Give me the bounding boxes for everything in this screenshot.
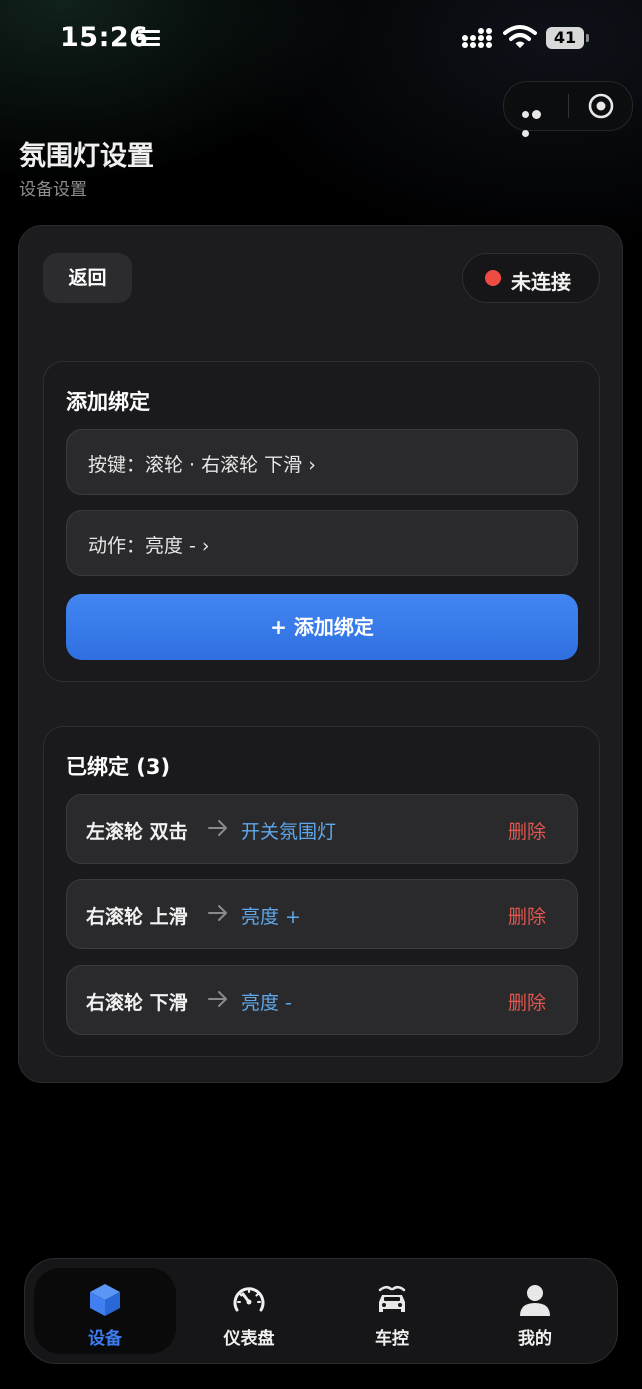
tab-dashboard[interactable]: 仪表盘 [178, 1268, 320, 1354]
status-dot-icon [485, 270, 501, 286]
wifi-icon [503, 25, 537, 48]
tab-profile[interactable]: 我的 [464, 1268, 606, 1354]
add-binding-section: 添加绑定 按键：滚轮 · 右滚轮 下滑 › 动作：亮度 - › + 添加绑定 [43, 361, 600, 682]
tab-label: 仪表盘 [223, 1329, 275, 1349]
delete-button[interactable]: 删除 [508, 988, 546, 1015]
status-bar: 15:26 41 [0, 0, 642, 78]
user-icon [520, 1285, 550, 1316]
tab-label: 车控 [375, 1329, 409, 1349]
list-icon [138, 30, 160, 46]
connection-status-text: 未连接 [511, 270, 571, 294]
close-target-icon[interactable] [588, 93, 614, 119]
binding-row: 右滚轮 上滑 亮度 + 删除 [66, 879, 578, 949]
binding-action: 亮度 - [241, 992, 292, 1014]
tab-device[interactable]: 设备 [34, 1268, 176, 1354]
binding-row: 左滚轮 双击 开关氛围灯 删除 [66, 794, 578, 864]
tab-car-control[interactable]: 车控 [321, 1268, 463, 1354]
miniprogram-capsule [503, 81, 633, 137]
connection-status-badge: 未连接 [462, 253, 600, 303]
binding-action: 开关氛围灯 [241, 821, 337, 843]
add-binding-title: 添加绑定 [66, 390, 150, 414]
key-picker[interactable]: 按键：滚轮 · 右滚轮 下滑 › [66, 429, 578, 495]
tab-label: 设备 [88, 1329, 122, 1349]
action-picker-label: 动作：亮度 - › [88, 535, 210, 557]
cellular-signal-icon [462, 28, 492, 48]
speedometer-icon [233, 1287, 265, 1312]
battery-indicator: 41 [546, 27, 589, 49]
action-picker[interactable]: 动作：亮度 - › [66, 510, 578, 576]
binding-key: 右滚轮 上滑 [86, 906, 188, 928]
cube-icon [90, 1284, 120, 1316]
arrow-right-icon [208, 820, 227, 836]
add-binding-button[interactable]: + 添加绑定 [66, 594, 578, 660]
key-picker-label: 按键：滚轮 · 右滚轮 下滑 › [88, 454, 316, 476]
settings-card: 返回 未连接 添加绑定 按键：滚轮 · 右滚轮 下滑 › 动作：亮度 - › +… [18, 225, 623, 1083]
arrow-right-icon [208, 991, 227, 1007]
tab-label: 我的 [518, 1329, 552, 1349]
back-button[interactable]: 返回 [43, 253, 132, 303]
binding-key: 左滚轮 双击 [86, 821, 188, 843]
page-subtitle: 设备设置 [19, 180, 87, 200]
delete-button[interactable]: 删除 [508, 902, 546, 929]
bound-list-title: 已绑定 (3) [66, 755, 171, 779]
battery-level: 41 [546, 27, 584, 49]
car-icon [378, 1286, 406, 1312]
status-time: 15:26 [60, 22, 149, 53]
bound-list-section: 已绑定 (3) 左滚轮 双击 开关氛围灯 删除 右滚轮 上滑 亮度 + 删除 右… [43, 726, 600, 1057]
binding-key: 右滚轮 下滑 [86, 992, 188, 1014]
bottom-tab-bar: 设备 仪表盘 车控 我的 [24, 1258, 618, 1364]
arrow-right-icon [208, 905, 227, 921]
binding-row: 右滚轮 下滑 亮度 - 删除 [66, 965, 578, 1035]
binding-action: 亮度 + [241, 906, 301, 928]
page-title: 氛围灯设置 [19, 141, 154, 172]
more-icon[interactable] [522, 103, 552, 137]
delete-button[interactable]: 删除 [508, 817, 546, 844]
